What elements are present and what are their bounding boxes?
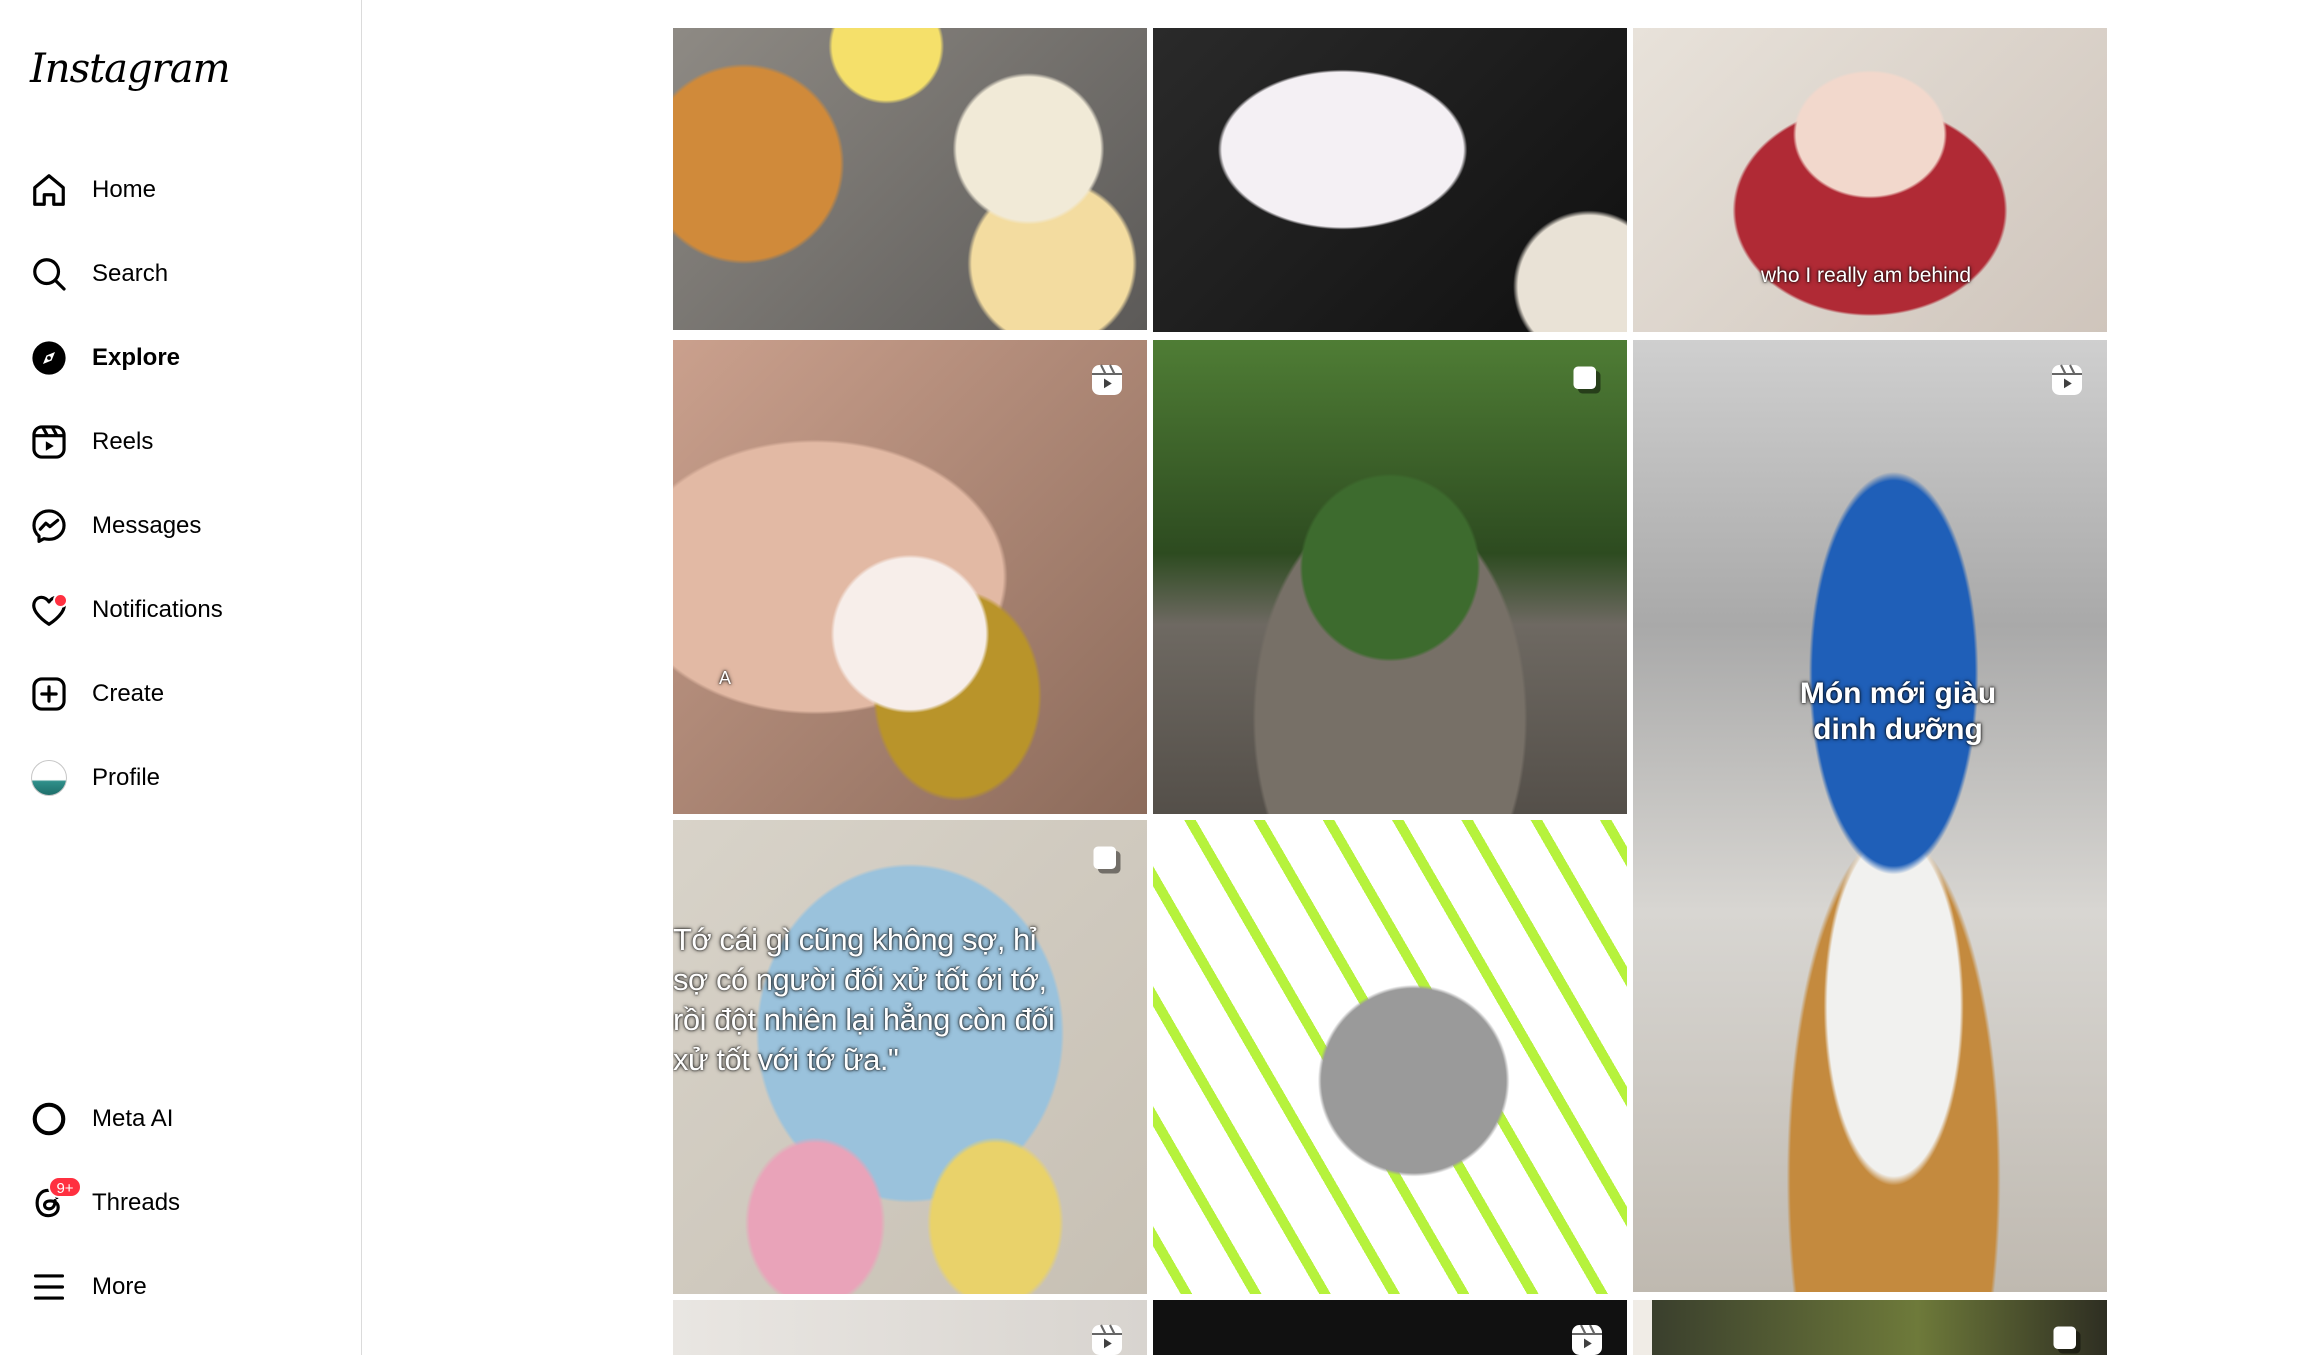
explore-post[interactable] [1153,1300,1627,1355]
sidebar-item-threads[interactable]: 9+ Threads [14,1170,348,1236]
sidebar-item-label: More [92,1273,147,1300]
reel-icon [1569,1322,1605,1355]
post-caption-overlay: Món mới giàu dinh dưỡng [1799,677,1997,746]
home-icon [30,171,68,209]
explore-post[interactable] [673,1300,1147,1355]
carousel-icon [1089,842,1125,878]
explore-post[interactable] [673,28,1147,330]
explore-post[interactable] [1633,1300,2107,1355]
post-caption-overlay: Tớ cái gì cũng không sợ, hỉ sợ có người … [673,922,1055,1077]
explore-post[interactable]: Món mới giàu dinh dưỡng [1633,340,2107,1292]
sidebar-item-label: Search [92,260,169,287]
explore-grid: who I really am behind A Món mới giàu di… [673,28,2113,1355]
explore-post[interactable]: who I really am behind [1633,28,2107,332]
reel-icon [2049,362,2085,398]
carousel-icon [1569,362,1605,398]
sidebar-item-label: Profile [92,764,161,791]
sidebar-item-profile[interactable]: Profile [14,745,348,811]
explore-post[interactable] [1153,820,1627,1294]
hamburger-menu-icon [30,1268,68,1306]
sidebar-item-messages[interactable]: Messages [14,493,348,559]
sidebar-item-label: Create [92,680,165,707]
sidebar-item-explore[interactable]: Explore [14,325,348,391]
sidebar-item-label: Messages [92,512,202,539]
explore-post[interactable]: A [673,340,1147,814]
sidebar-item-label: Meta AI [92,1105,174,1132]
reel-icon [1089,362,1125,398]
sidebar-item-label: Notifications [92,596,223,623]
explore-post[interactable]: Tớ cái gì cũng không sợ, hỉ sợ có người … [673,820,1147,1294]
sidebar-item-label: Explore [92,344,181,371]
search-icon [30,255,68,293]
threads-badge: 9+ [48,1176,82,1198]
sidebar-item-meta-ai[interactable]: Meta AI [14,1086,348,1152]
plus-square-icon [30,675,68,713]
messenger-icon [30,507,68,545]
threads-icon: 9+ [30,1176,82,1222]
sidebar-item-home[interactable]: Home [14,157,348,223]
sidebar-item-label: Reels [92,428,154,455]
heart-icon [30,591,68,629]
sidebar-item-label: Home [92,176,157,203]
post-caption-overlay: who I really am behind [1761,264,1972,287]
reel-icon [1089,1322,1125,1355]
sidebar-item-create[interactable]: Create [14,661,348,727]
explore-compass-icon [30,339,68,377]
sidebar-item-more[interactable]: More [14,1254,348,1320]
reels-icon [30,423,68,461]
meta-ai-ring-icon [30,1100,68,1138]
sidebar-item-notifications[interactable]: Notifications [14,577,348,643]
explore-post[interactable] [1153,28,1627,332]
post-caption-overlay: A [719,668,732,688]
sidebar: Instagram Home Search Explore Reels Mess… [0,0,362,1355]
sidebar-item-label: Threads [92,1189,181,1216]
explore-post[interactable] [1153,340,1627,814]
carousel-icon [2049,1322,2085,1355]
avatar [30,759,68,797]
instagram-logo[interactable]: Instagram [30,46,231,92]
notification-dot [53,593,68,608]
sidebar-item-reels[interactable]: Reels [14,409,348,475]
sidebar-item-search[interactable]: Search [14,241,348,307]
